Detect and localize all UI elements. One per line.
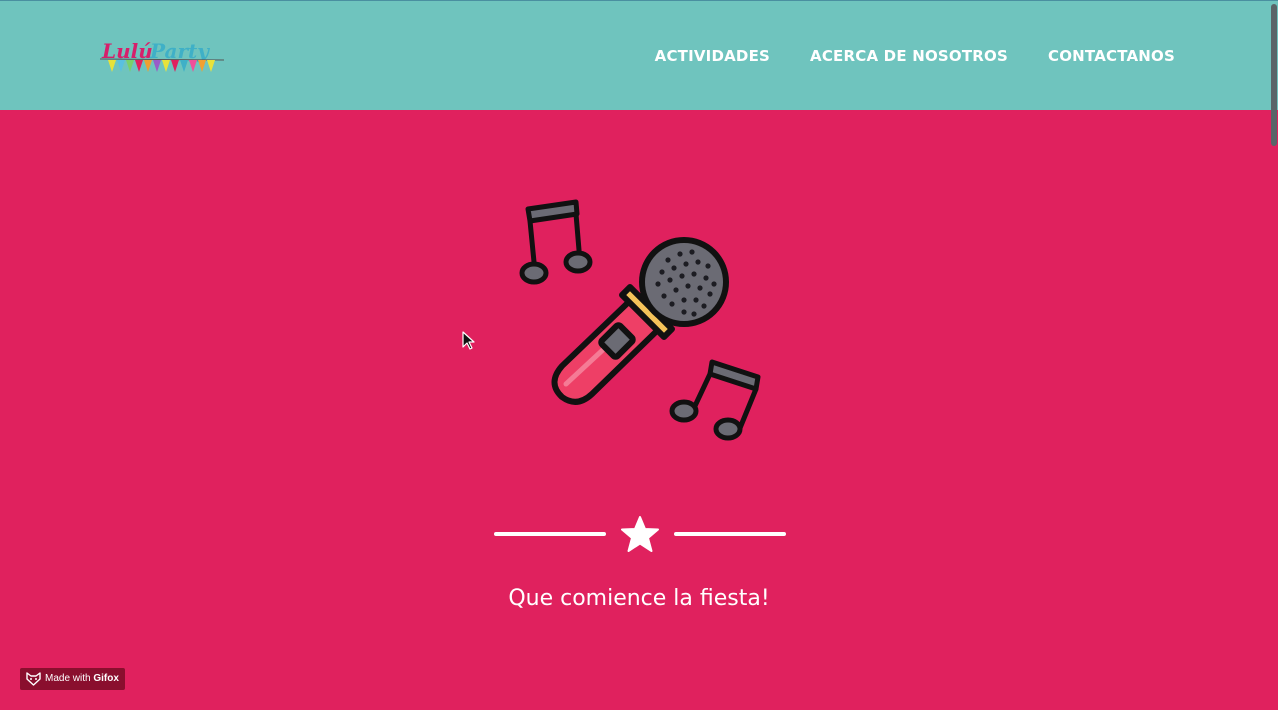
hero-tagline: Que comience la fiesta! xyxy=(508,586,770,611)
scrollbar-thumb[interactable] xyxy=(1271,4,1277,146)
badge-prefix: Made with xyxy=(45,673,94,684)
made-with-gifox-badge[interactable]: Made with Gifox xyxy=(20,668,125,690)
microphone-with-music-notes-icon xyxy=(500,190,780,465)
navbar: Lulú Party ACTIVIDADES ACERCA DE NOSOTRO… xyxy=(0,0,1278,110)
fox-icon xyxy=(26,672,41,686)
mouse-cursor-icon xyxy=(462,331,475,350)
logo[interactable]: Lulú Party xyxy=(100,39,224,81)
nav-acerca-de-nosotros[interactable]: ACERCA DE NOSOTROS xyxy=(810,45,1008,67)
badge-brand: Gifox xyxy=(93,673,119,684)
nav-contactanos[interactable]: CONTACTANOS xyxy=(1048,45,1175,67)
divider-line-right xyxy=(674,532,786,536)
main-nav: ACTIVIDADES ACERCA DE NOSOTROS CONTACTAN… xyxy=(655,45,1175,67)
music-note-right-icon xyxy=(669,359,761,441)
nav-actividades[interactable]: ACTIVIDADES xyxy=(655,45,770,67)
divider-line-left xyxy=(494,532,606,536)
music-note-left-icon xyxy=(519,199,593,285)
star-divider xyxy=(494,514,786,554)
bunting-flags-icon xyxy=(100,58,224,72)
star-icon xyxy=(621,516,659,552)
